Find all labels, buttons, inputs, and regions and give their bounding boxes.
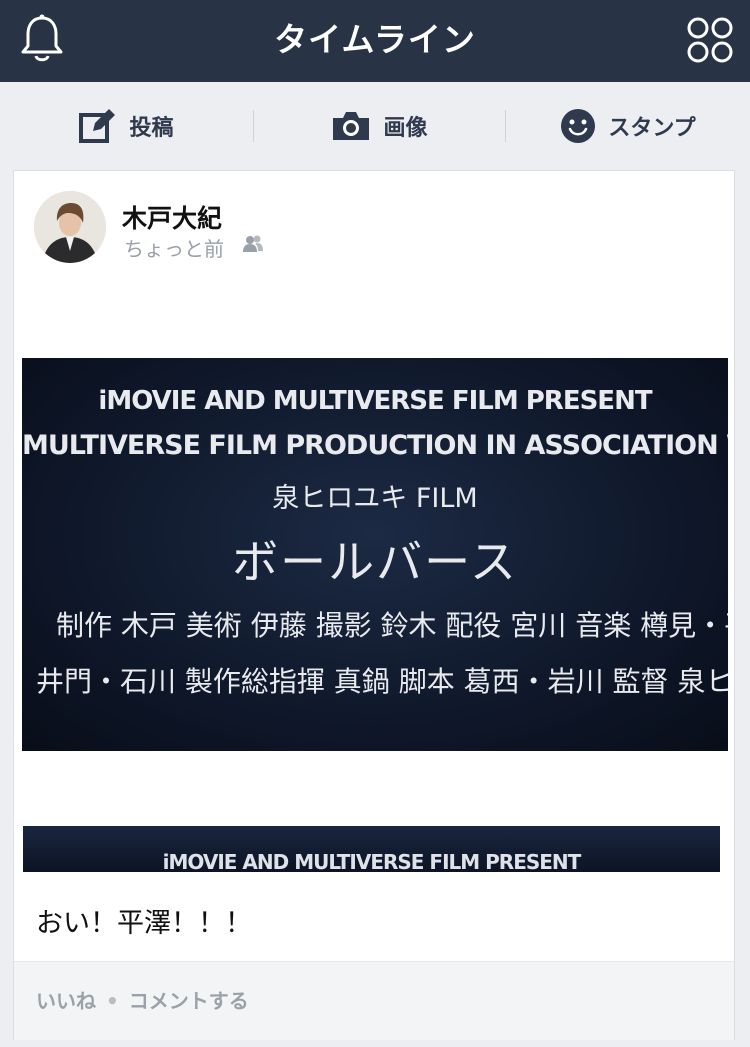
- compose-label: 投稿: [129, 116, 174, 141]
- page-title: タイムライン: [274, 20, 476, 59]
- comment-button[interactable]: コメントする: [129, 989, 249, 1013]
- separator-dot: •: [106, 989, 119, 1013]
- credits-line: iMOVIE AND MULTIVERSE FILM PRESENT: [98, 386, 652, 416]
- post-footer: いいね • コメントする: [14, 961, 734, 1040]
- video-frame[interactable]: iMOVIE AND MULTIVERSE FILM PRESENT MULTI…: [22, 358, 728, 751]
- film-title: ボールバース: [232, 535, 518, 589]
- sticker-button[interactable]: スタンプ: [506, 82, 750, 170]
- compose-button[interactable]: 投稿: [0, 82, 253, 170]
- post-text: おい！平澤！！！: [36, 908, 252, 939]
- credits-line: MULTIVERSE FILM PRODUCTION IN ASSOCIATIO…: [22, 430, 728, 461]
- credits-line: 泉ヒロユキ FILM: [272, 483, 478, 514]
- sticker-label: スタンプ: [608, 116, 696, 141]
- camera-icon: [333, 112, 370, 140]
- like-button[interactable]: いいね: [36, 989, 96, 1013]
- author-name[interactable]: 木戸大紀: [122, 199, 222, 235]
- friends-icon: [243, 235, 263, 252]
- image-label: 画像: [383, 116, 428, 141]
- image-button[interactable]: 画像: [254, 82, 505, 170]
- post-card: 木戸大紀 ちょっと前 iMOVIE AND MULTIVERSE FILM PR…: [13, 170, 735, 1040]
- menu-grid-icon[interactable]: [686, 16, 734, 64]
- footer-actions: いいね • コメントする: [36, 962, 249, 1040]
- credits-line: 井門・石川 製作総指揮 真鍋 脚本 葛西・岩川 監督 泉ヒロユキ: [36, 665, 728, 698]
- credits-line: iMOVIE AND MULTIVERSE FILM PRESENT: [162, 850, 582, 872]
- header-bar: タイムライン: [0, 0, 750, 82]
- post-time: ちょっと前: [124, 237, 224, 261]
- credits-line: 制作 木戸 美術 伊藤 撮影 鈴木 配役 宮川 音楽 樽見・平澤: [56, 609, 728, 642]
- compose-icon: [79, 109, 116, 143]
- smiley-icon: [561, 109, 596, 143]
- action-bar: 投稿 画像 スタンプ: [0, 82, 750, 170]
- video-frame-secondary[interactable]: iMOVIE AND MULTIVERSE FILM PRESENT: [23, 826, 720, 872]
- avatar[interactable]: [34, 191, 106, 263]
